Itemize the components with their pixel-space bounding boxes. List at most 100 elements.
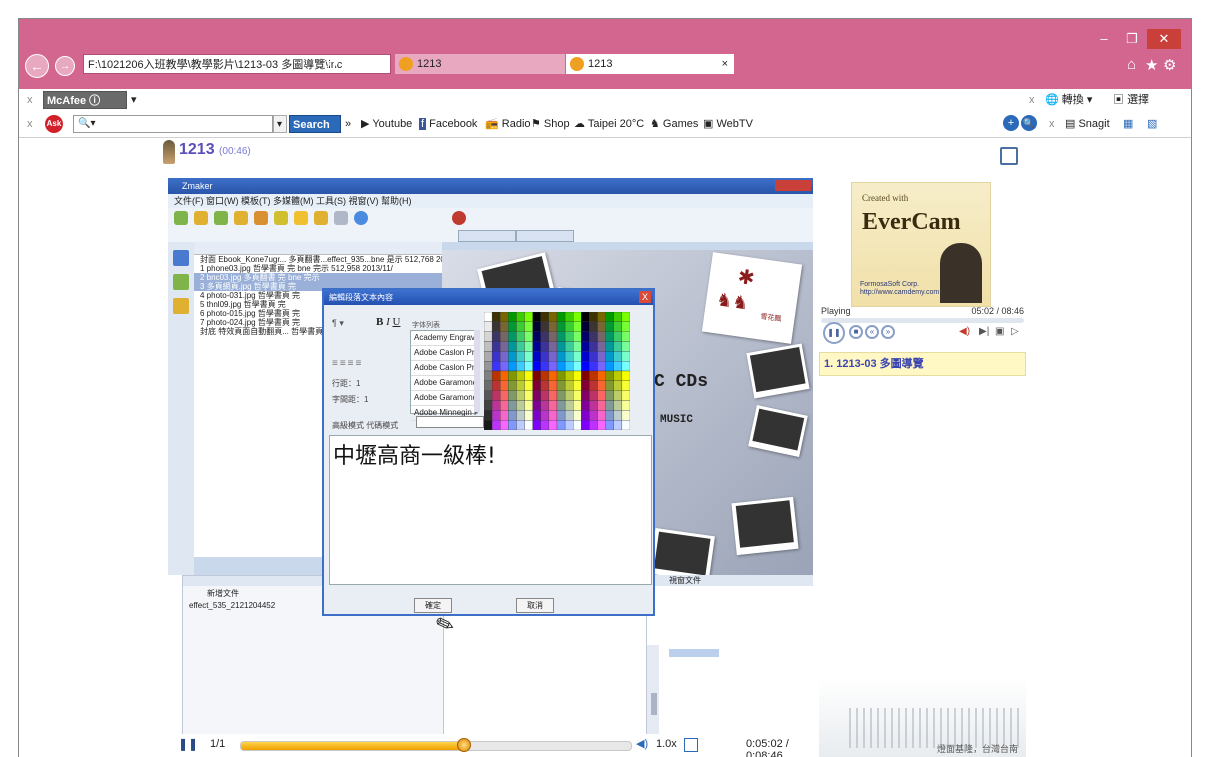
forward-icon[interactable]: » <box>881 325 895 339</box>
tree-selected-item[interactable] <box>669 649 719 657</box>
palette-swatch[interactable] <box>556 370 566 381</box>
palette-swatch[interactable] <box>508 331 517 342</box>
rail-media-icon[interactable] <box>173 274 189 290</box>
palette-swatch[interactable] <box>556 361 566 372</box>
palette-swatch[interactable] <box>500 361 509 372</box>
weather-link[interactable]: ☁ Taipei 20°C <box>574 114 644 134</box>
palette-swatch[interactable] <box>621 331 630 342</box>
palette-swatch[interactable] <box>581 390 590 401</box>
palette-swatch[interactable] <box>621 390 630 401</box>
palette-swatch[interactable] <box>597 410 606 421</box>
search-icon[interactable]: 🔍 <box>1021 115 1037 131</box>
file-row[interactable]: 封面 Ebook_Kone7ugr... 多頁翻書...effect_935..… <box>194 255 467 264</box>
rail-pages-icon[interactable] <box>173 250 189 266</box>
palette-swatch[interactable] <box>597 361 606 372</box>
palette-swatch[interactable] <box>484 370 493 381</box>
palette-swatch[interactable] <box>556 400 566 411</box>
fullscreen-icon[interactable] <box>1000 147 1018 165</box>
tab-close-icon[interactable]: × <box>722 54 728 74</box>
palette-swatch[interactable] <box>508 321 517 332</box>
palette-swatch[interactable] <box>491 361 501 372</box>
palette-swatch[interactable] <box>516 380 525 391</box>
palette-swatch[interactable] <box>484 321 493 332</box>
palette-swatch[interactable] <box>484 351 493 362</box>
palette-swatch[interactable] <box>605 312 614 322</box>
palette-swatch[interactable] <box>581 420 590 430</box>
palette-swatch[interactable] <box>589 351 598 362</box>
tree-scroll-thumb[interactable] <box>651 693 657 715</box>
palette-swatch[interactable] <box>524 321 533 332</box>
video-frame[interactable]: Zmaker 文件(F) 窗口(W) 模板(T) 多媒體(M) 工具(S) 視窗… <box>168 178 813 748</box>
palette-swatch[interactable] <box>613 370 623 381</box>
palette-swatch[interactable] <box>597 351 606 362</box>
rail-effects-icon[interactable] <box>173 298 189 314</box>
palette-swatch[interactable] <box>524 380 533 391</box>
palette-swatch[interactable] <box>484 361 493 372</box>
app-window-controls[interactable] <box>775 180 811 191</box>
minimize-button[interactable]: – <box>1091 29 1117 49</box>
palette-swatch[interactable] <box>548 341 558 352</box>
palette-swatch[interactable] <box>613 321 623 332</box>
app-tab-a[interactable] <box>458 230 516 242</box>
palette-swatch[interactable] <box>491 400 501 411</box>
close-window-button[interactable]: ✕ <box>1147 29 1181 49</box>
palette-swatch[interactable] <box>556 420 566 430</box>
shop-link[interactable]: ⚑ Shop <box>531 114 570 134</box>
home-icon[interactable]: ⌂ <box>1127 56 1136 73</box>
editor-text[interactable]: 中壢高商一級棒! <box>333 438 496 470</box>
palette-swatch[interactable] <box>556 331 566 342</box>
palette-swatch[interactable] <box>556 410 566 421</box>
palette-swatch[interactable] <box>540 341 550 352</box>
palette-swatch[interactable] <box>532 331 541 342</box>
favorites-icon[interactable]: ★ <box>1145 56 1158 74</box>
palette-swatch[interactable] <box>613 420 623 430</box>
palette-swatch[interactable] <box>508 312 517 322</box>
palette-swatch[interactable] <box>597 400 606 411</box>
palette-swatch[interactable] <box>516 390 525 401</box>
palette-swatch[interactable] <box>500 351 509 362</box>
palette-swatch[interactable] <box>605 351 614 362</box>
app-tab-b[interactable] <box>516 230 574 242</box>
palette-swatch[interactable] <box>540 351 550 362</box>
restore-button[interactable]: ❐ <box>1119 29 1145 49</box>
palette-swatch[interactable] <box>524 351 533 362</box>
palette-swatch[interactable] <box>556 341 566 352</box>
palette-swatch[interactable] <box>573 312 582 322</box>
palette-swatch[interactable] <box>491 341 501 352</box>
palette-swatch[interactable] <box>484 380 493 391</box>
tab-1213-b[interactable]: 1213 × <box>566 54 734 74</box>
palette-swatch[interactable] <box>556 351 566 362</box>
palette-swatch[interactable] <box>532 351 541 362</box>
palette-swatch[interactable] <box>613 331 623 342</box>
palette-swatch[interactable] <box>573 331 582 342</box>
palette-swatch[interactable] <box>548 351 558 362</box>
palette-swatch[interactable] <box>573 361 582 372</box>
palette-swatch[interactable] <box>621 321 630 332</box>
font-item[interactable]: Adobe Garamond I <box>411 391 477 406</box>
palette-swatch[interactable] <box>491 410 501 421</box>
font-item[interactable]: Adobe Caslon Pro <box>411 346 477 361</box>
paragraph-icon[interactable]: ¶ ▾ <box>332 318 344 329</box>
snagit-edit-icon[interactable]: ▧ <box>1147 114 1157 134</box>
palette-swatch[interactable] <box>500 410 509 421</box>
palette-swatch[interactable] <box>548 390 558 401</box>
palette-swatch[interactable] <box>491 312 501 322</box>
palette-swatch[interactable] <box>500 420 509 430</box>
palette-swatch[interactable] <box>605 380 614 391</box>
palette-swatch[interactable] <box>581 321 590 332</box>
palette-swatch[interactable] <box>597 341 606 352</box>
palette-swatch[interactable] <box>573 370 582 381</box>
palette-swatch[interactable] <box>573 321 582 332</box>
palette-swatch[interactable] <box>516 370 525 381</box>
volume-icon[interactable]: ◀) <box>636 737 648 750</box>
palette-swatch[interactable] <box>532 390 541 401</box>
palette-swatch[interactable] <box>589 341 598 352</box>
palette-swatch[interactable] <box>589 331 598 342</box>
palette-swatch[interactable] <box>524 420 533 430</box>
select-button[interactable]: ▣ 選擇 <box>1113 90 1149 110</box>
palette-swatch[interactable] <box>605 370 614 381</box>
palette-swatch[interactable] <box>589 361 598 372</box>
palette-swatch[interactable] <box>540 370 550 381</box>
palette-swatch[interactable] <box>516 420 525 430</box>
palette-swatch[interactable] <box>524 370 533 381</box>
